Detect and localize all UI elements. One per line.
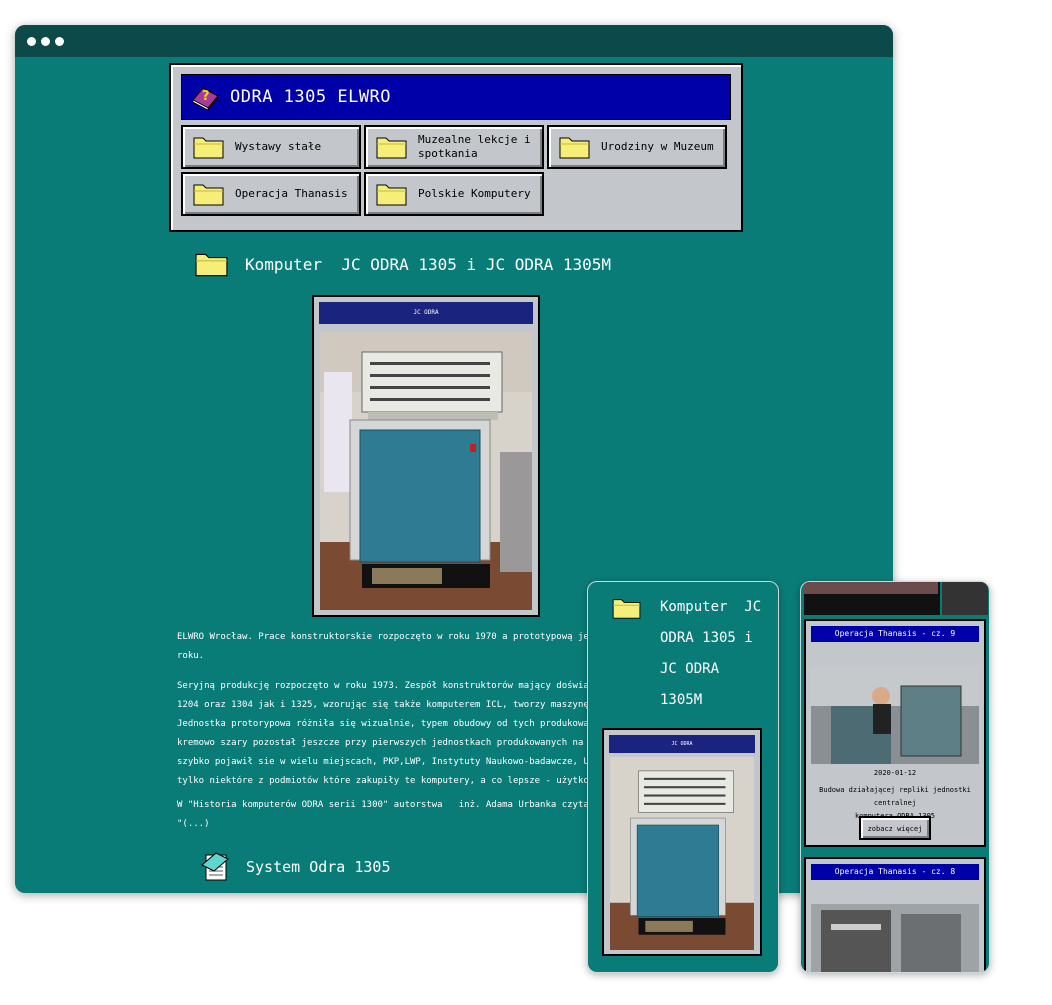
mobile-photo-frame: JC ODRA (602, 728, 762, 956)
mobile-preview-operacja: Operacja Thanasis - cz. 9 2020-01-12 Bud… (800, 581, 990, 973)
paragraph-line: tylko niektóre z podmiotów które zakupił… (177, 776, 597, 786)
notepad-icon (201, 852, 229, 881)
menu-item-label: Polskie Komputery (418, 187, 531, 200)
mobile-preview-article: Komputer JC ODRA 1305 i JC ODRA 1305M JC… (587, 581, 779, 973)
paragraph-line: roku. (177, 651, 205, 661)
menu-item-urodziny[interactable]: Urodziny w Muzeum (547, 125, 727, 169)
article-title: Komputer JC ODRA 1305 i JC ODRA 1305M (245, 254, 612, 274)
card-date: 2020-01-12 (873, 769, 917, 777)
folder-icon (195, 253, 228, 277)
folder-icon (559, 137, 590, 159)
window-dot-icon (41, 37, 50, 46)
mobile-photo-caption: JC ODRA (609, 735, 755, 753)
paragraph-2: Seryjną produkcję rozpoczęto w roku 1973… (177, 677, 597, 791)
folder-icon (376, 137, 407, 159)
mobile-heading-line: Komputer JC (660, 599, 762, 615)
paragraph-line: 1204 oraz 1304 jak i 1325, wzorując się … (177, 700, 597, 710)
mobile-heading-line: ODRA 1305 i (660, 630, 753, 646)
menu-item-label: Operacja Thanasis (235, 187, 348, 200)
menu-item-operacja[interactable]: Operacja Thanasis (181, 172, 361, 216)
folder-icon (612, 599, 641, 619)
folder-icon (193, 137, 224, 159)
paragraph-line: "(...) (177, 819, 210, 829)
paragraph-line: Jednostka protorypowa różniła się wizual… (177, 719, 597, 729)
paragraph-line: Seryjną produkcję rozpoczęto w roku 1973… (177, 681, 597, 691)
mobile-heading-line: 1305M (660, 692, 703, 708)
section-title: System Odra 1305 (246, 858, 391, 876)
section-heading-system[interactable]: System Odra 1305 (200, 851, 391, 883)
help-book-icon: ? (192, 87, 219, 111)
paragraph-line: ELWRO Wrocław. Prace konstruktorskie roz… (177, 632, 597, 642)
window-dot-icon (27, 37, 36, 46)
card-description-line: Budowa działającej repliki jednostki cen… (819, 786, 971, 807)
menu-item-label: Muzealne lekcje i spotkania (418, 133, 531, 160)
article-heading: Komputer JC ODRA 1305 i JC ODRA 1305M (195, 250, 611, 278)
menu-item-label: Wystawy stałe (235, 140, 322, 153)
card-title: Operacja Thanasis - cz. 9 (811, 626, 979, 642)
menu-item-lekcje[interactable]: Muzealne lekcje i spotkania (364, 125, 544, 169)
menu-item-polskie-komputery[interactable]: Polskie Komputery (364, 172, 544, 216)
paragraph-3: W "Historia komputerów ODRA serii 1300" … (177, 796, 597, 834)
news-card: Operacja Thanasis - cz. 9 2020-01-12 Bud… (804, 619, 986, 847)
folder-icon (376, 184, 407, 206)
card-photo (811, 904, 979, 972)
window-dot-icon (55, 37, 64, 46)
site-title: ODRA 1305 ELWRO (230, 87, 392, 107)
photo-caption: JC ODRA (319, 302, 533, 324)
site-title-bar: ? ODRA 1305 ELWRO (181, 74, 731, 120)
card-title: Operacja Thanasis - cz. 8 (811, 864, 979, 880)
paragraph-line: W "Historia komputerów ODRA serii 1300" … (177, 800, 597, 810)
menu-item-label: Urodziny w Muzeum (601, 140, 714, 153)
main-menu-panel: ? ODRA 1305 ELWRO Wystawy stałe Muzealne… (169, 63, 743, 232)
svg-text:?: ? (202, 89, 210, 104)
mobile-heading-line: JC ODRA (660, 661, 720, 677)
see-more-button[interactable]: zobacz więcej (859, 816, 931, 840)
computer-photo-frame: JC ODRA (312, 295, 540, 617)
mobile-computer-photo (610, 757, 754, 950)
computer-photo (320, 332, 532, 610)
paragraph-line: kremowo szary pozostał jeszcze przy pier… (177, 738, 597, 748)
mobile-article-heading: Komputer JC ODRA 1305 i JC ODRA 1305M (612, 592, 761, 716)
news-card: Operacja Thanasis - cz. 8 (804, 857, 986, 972)
top-image-strip (804, 582, 988, 615)
window-title-bar (15, 25, 893, 57)
menu-item-wystawy[interactable]: Wystawy stałe (181, 125, 361, 169)
folder-icon (193, 184, 224, 206)
card-photo (811, 666, 979, 764)
paragraph-1: ELWRO Wrocław. Prace konstruktorskie roz… (177, 628, 597, 666)
paragraph-line: szybko pojawił sie w wielu miejscach, PK… (177, 757, 597, 767)
